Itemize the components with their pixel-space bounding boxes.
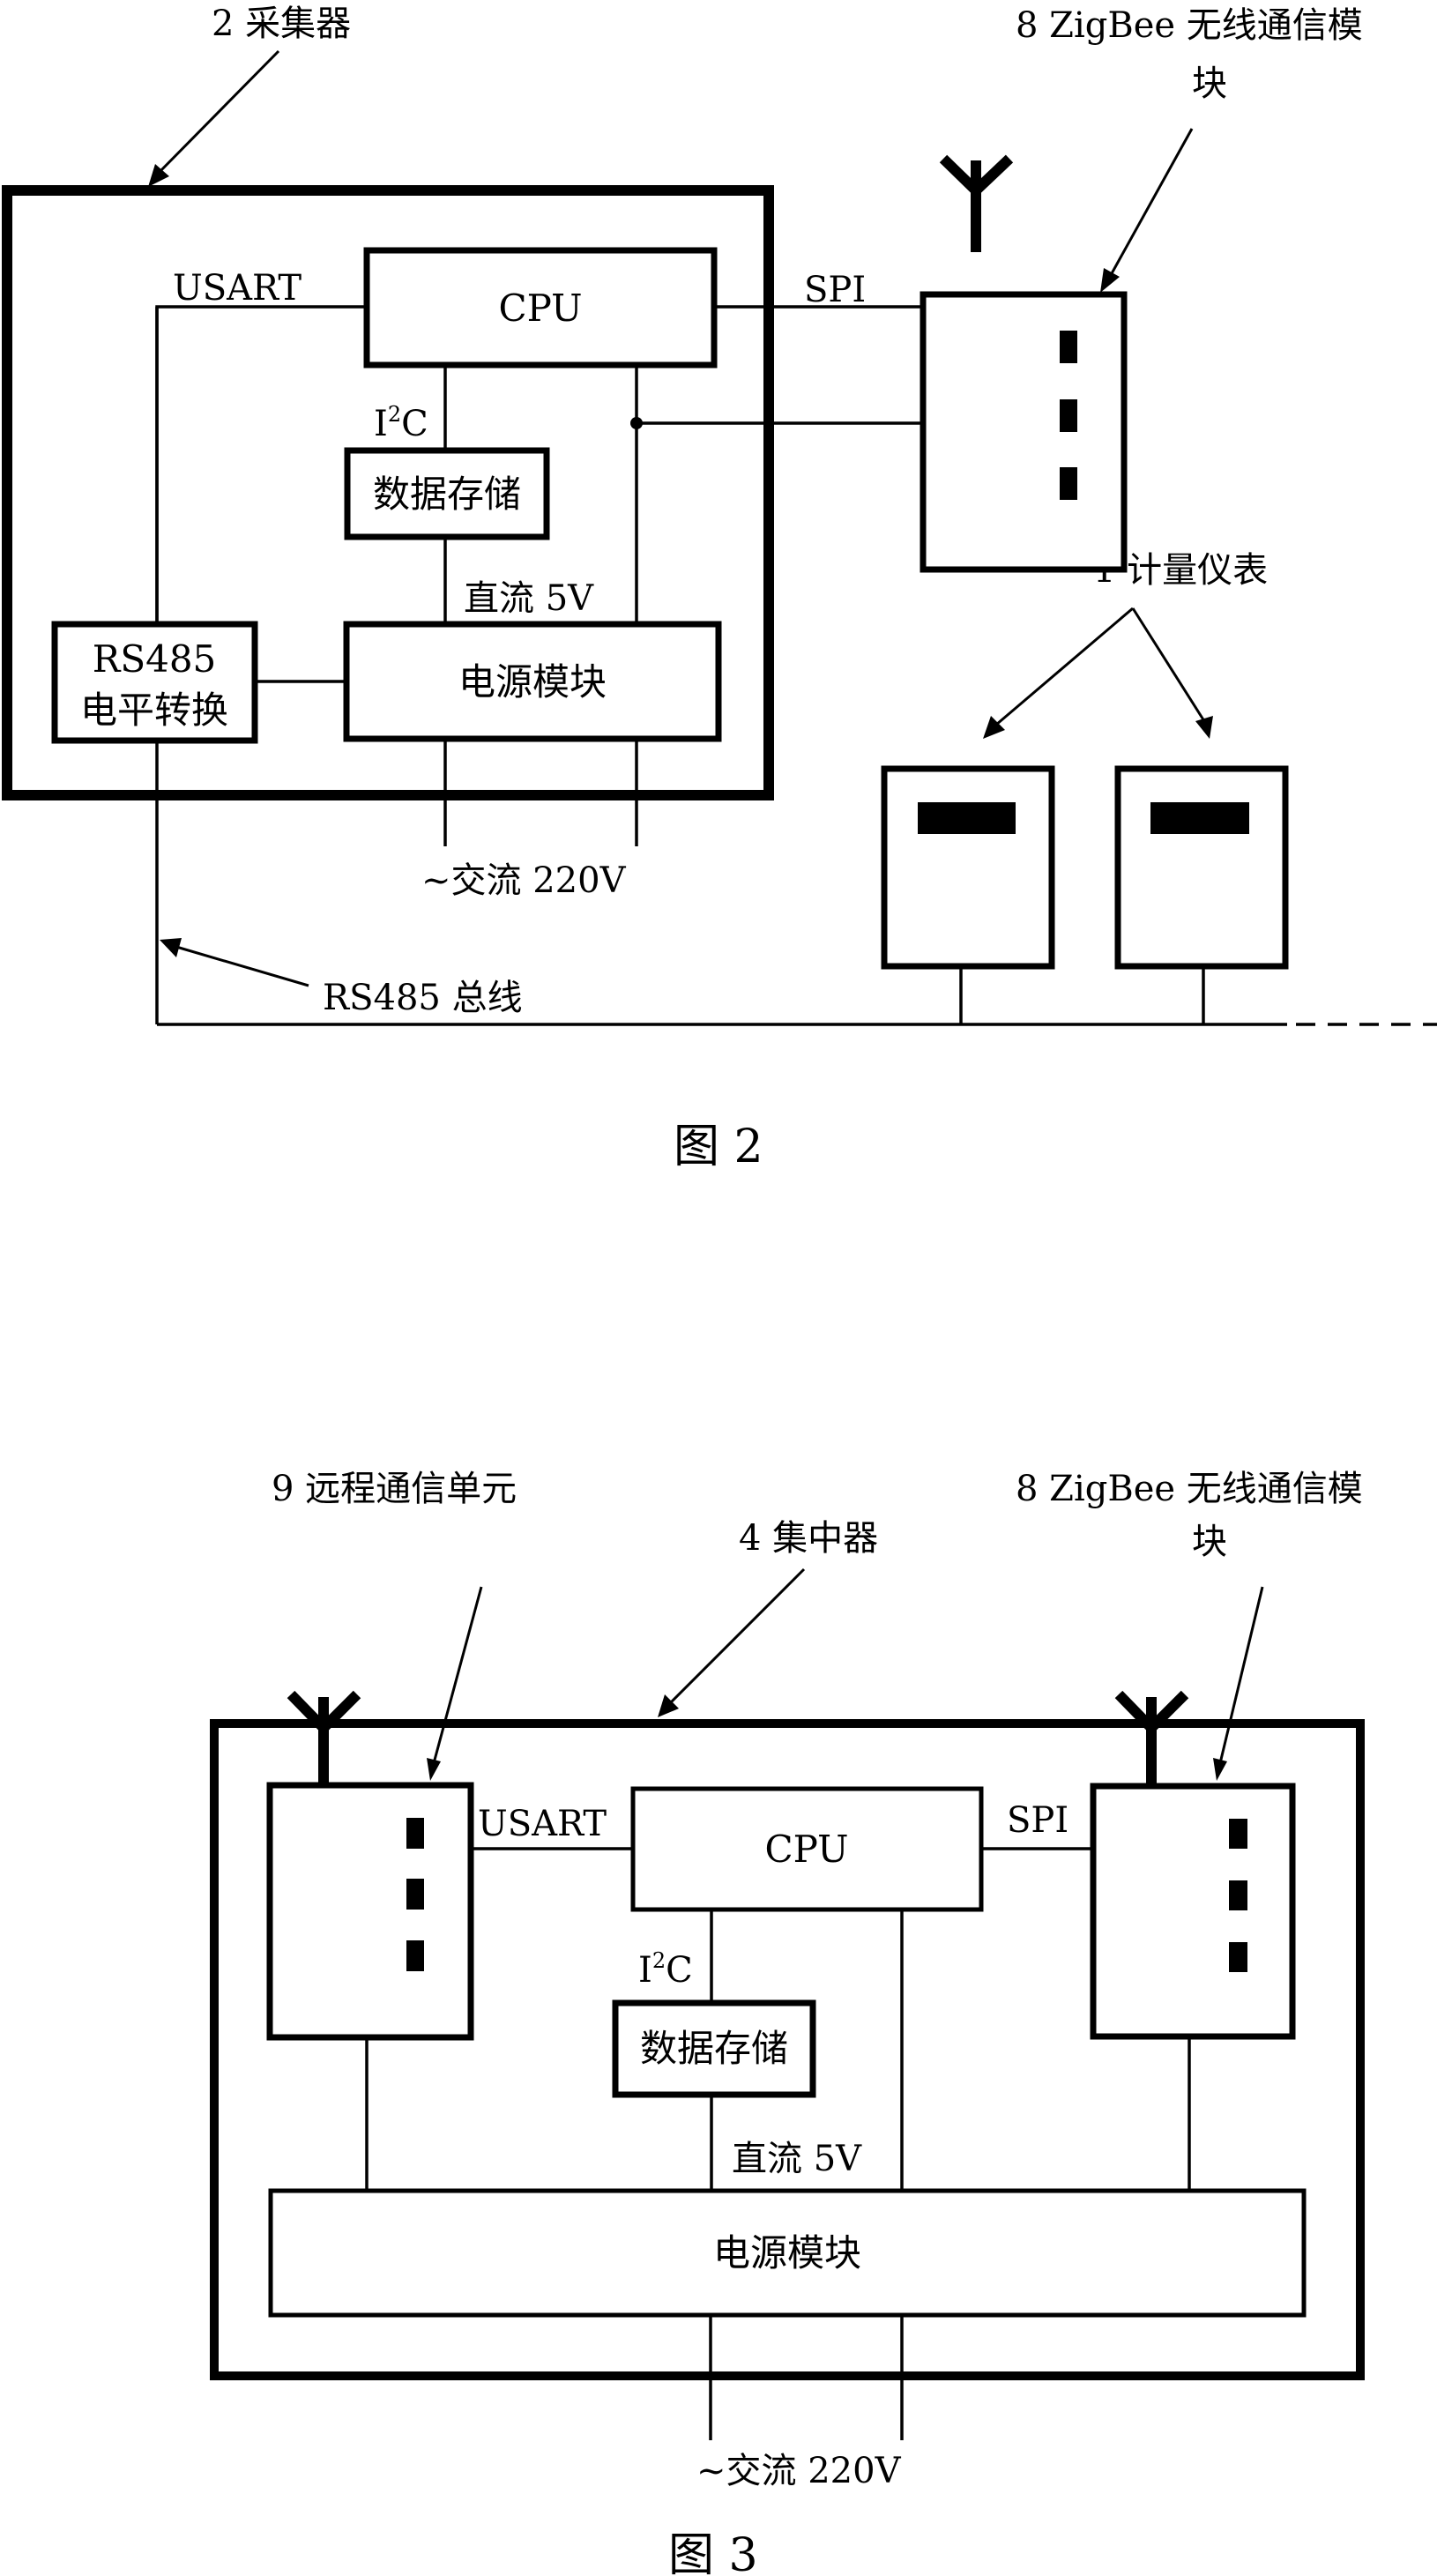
spi-label: SPI [1007, 1800, 1068, 1841]
zigbee-label-1: 8 ZigBee 无线通信模 [1016, 1469, 1363, 1509]
power-module-label: 电源模块 [458, 660, 607, 704]
patent-diagram-page: 2 采集器 USART CPU SPI I2C 数据存储 直流 5V 电源模块 [2, 4, 1437, 2576]
i2c-label-i: I [374, 404, 388, 444]
collector-pointer-arrowhead [148, 164, 169, 187]
figure-2-caption: 图 2 [674, 1120, 763, 1173]
zigbee-led-1 [1229, 1819, 1247, 1849]
cpu-label: CPU [498, 287, 582, 330]
meter2-pointer-line [1131, 607, 1206, 722]
zigbee-label-2: 块 [1192, 63, 1227, 104]
dc-label: 直流 5V [732, 2139, 862, 2179]
meter1-pointer-line [995, 607, 1134, 726]
remote-led-1 [406, 1818, 424, 1849]
rs485-bus-label: RS485 总线 [323, 978, 523, 1018]
remote-pointer-arrowhead [427, 1758, 441, 1781]
dc-label: 直流 5V [464, 578, 594, 619]
meter-1-display [918, 802, 1016, 834]
ac-label: ~交流 220V [421, 860, 627, 901]
zigbee-module-fig3 [1090, 1690, 1296, 2040]
meter-1 [881, 765, 1055, 1024]
zigbee-led-3 [1229, 1942, 1247, 1972]
i2c-label: I2C [374, 402, 428, 444]
i2c-label-sup: 2 [652, 1948, 666, 1973]
figure-3-caption: 图 3 [668, 2529, 758, 2576]
zigbee-pointer-arrowhead [1100, 268, 1120, 293]
remote-communication-unit [266, 1690, 474, 2041]
collector-pointer-line [157, 49, 280, 175]
rs485-converter-label-2: 电平转换 [80, 689, 228, 732]
zigbee-label-1: 8 ZigBee 无线通信模 [1016, 5, 1363, 46]
data-storage-label: 数据存储 [373, 473, 521, 516]
data-storage-label: 数据存储 [640, 2027, 788, 2070]
usart-label: USART [478, 1804, 607, 1844]
zigbee-led-2 [1229, 1880, 1247, 1910]
remote-led-2 [406, 1879, 424, 1910]
figure-2: 2 采集器 USART CPU SPI I2C 数据存储 直流 5V 电源模块 [2, 4, 1437, 1173]
zigbee-label-2: 块 [1192, 1522, 1227, 1562]
ac-label: ~交流 220V [696, 2451, 902, 2491]
power-module-label: 电源模块 [713, 2231, 861, 2274]
remote-unit-box [266, 1782, 474, 2041]
spi-label: SPI [804, 270, 866, 310]
usart-label: USART [173, 268, 302, 309]
zigbee-led-2 [1060, 399, 1077, 432]
remote-pointer-line [432, 1586, 483, 1764]
meter-2-display [1150, 802, 1249, 834]
i2c-label-c: C [666, 1950, 693, 1991]
meter-1-body [881, 765, 1055, 970]
figure-3: 9 远程通信单元 4 集中器 8 ZigBee 无线通信模 块 USART CP… [210, 1469, 1365, 2576]
i2c-label-c: C [401, 404, 428, 444]
rs485-converter-label-1: RS485 [93, 637, 217, 681]
zigbee-box [1090, 1783, 1296, 2040]
i2c-label-i: I [638, 1950, 652, 1991]
meter-2-body [1114, 765, 1289, 970]
remote-led-3 [406, 1940, 424, 1971]
bus-pointer-line [175, 945, 309, 987]
cpu-label: CPU [764, 1828, 848, 1871]
collector-label: 2 采集器 [212, 4, 351, 44]
zigbee-module-fig2 [920, 154, 1128, 573]
zigbee-pointer-line [1109, 128, 1194, 276]
concentrator-label: 4 集中器 [739, 1518, 878, 1559]
meter2-pointer-arrowhead [1195, 716, 1213, 739]
bus-pointer-arrowhead [160, 938, 182, 957]
zigbee-box [920, 291, 1128, 573]
meter-2 [1114, 765, 1289, 1024]
i2c-label: I2C [638, 1948, 693, 1991]
remote-unit-label: 9 远程通信单元 [272, 1469, 517, 1509]
zigbee-pointer-line [1218, 1586, 1264, 1764]
zigbee-led-1 [1060, 331, 1077, 363]
concentrator-pointer-line [668, 1567, 806, 1705]
i2c-label-sup: 2 [388, 402, 401, 427]
zigbee-led-3 [1060, 467, 1077, 500]
zigbee-pointer-arrowhead [1213, 1758, 1227, 1781]
